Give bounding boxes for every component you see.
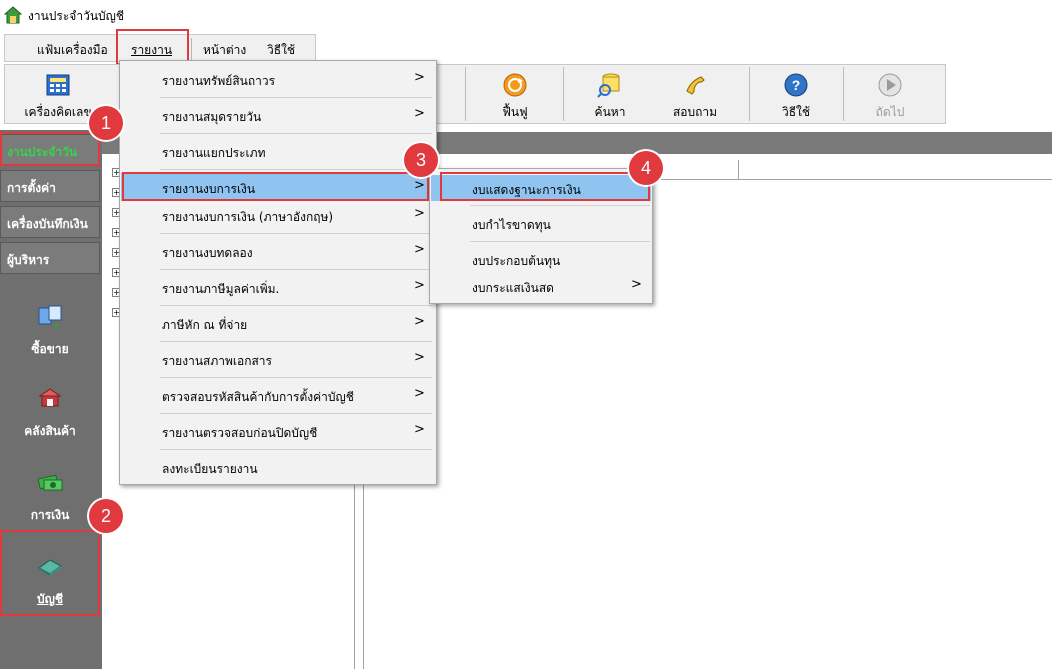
menu-item-label: รายงานทรัพย์สินถาวร bbox=[162, 74, 276, 88]
calculator-label: เครื่องคิดเลข bbox=[24, 105, 92, 119]
report-dropdown-menu: รายงานทรัพย์สินถาวร > รายงานสมุดรายวัน >… bbox=[119, 60, 437, 485]
toolbar-separator bbox=[843, 67, 844, 121]
menu-item-financial-statements-english[interactable]: รายงานงบการเงิน (ภาษาอังกฤษ) > bbox=[121, 198, 435, 232]
submenu-arrow-icon: > bbox=[414, 242, 425, 257]
menu-item-register-report[interactable]: ลงทะเบียนรายงาน bbox=[121, 450, 435, 484]
toolbar-separator bbox=[749, 67, 750, 121]
menu-item-label: รายงานภาษีมูลค่าเพิ่ม. bbox=[162, 282, 280, 296]
submenu-arrow-icon: > bbox=[414, 206, 425, 221]
toolbar-separator bbox=[563, 67, 564, 121]
submenu-arrow-icon: > bbox=[631, 277, 642, 292]
menu-item-cost-statement[interactable]: งบประกอบต้นทุน bbox=[431, 244, 651, 274]
menu-item-vat-report[interactable]: รายงานภาษีมูลค่าเพิ่ม. > bbox=[121, 270, 435, 304]
account-tool-highlight-box bbox=[0, 530, 100, 616]
balance-sheet-highlight-box bbox=[440, 172, 650, 201]
menu-item-withholding-tax[interactable]: ภาษีหัก ณ ที่จ่าย > bbox=[121, 306, 435, 340]
menu-item-label: รายงานตรวจสอบก่อนปิดบัญชี bbox=[162, 426, 318, 440]
next-label: ถัดไป bbox=[875, 105, 905, 119]
refresh-button[interactable]: ฟื้นฟู bbox=[475, 65, 555, 123]
next-button[interactable]: ถัดไป bbox=[855, 65, 925, 123]
app-house-icon bbox=[4, 6, 22, 24]
menu-item-label: ตรวจสอบรหัสสินค้ากับการตั้งค่าบัญชี bbox=[162, 390, 354, 404]
menu-item-fixed-assets-report[interactable]: รายงานทรัพย์สินถาวร > bbox=[121, 62, 435, 96]
sidebar-tab-cash-register[interactable]: เครื่องบันทึกเงิน bbox=[0, 206, 100, 238]
menu-item-ledger-report[interactable]: รายงานแยกประเภท bbox=[121, 134, 435, 168]
menu-separator bbox=[191, 38, 192, 60]
finance-label: การเงิน bbox=[30, 508, 70, 522]
sidebar-tool-warehouse[interactable]: คลังสินค้า bbox=[0, 384, 100, 464]
refresh-label: ฟื้นฟู bbox=[502, 105, 528, 119]
submenu-arrow-icon: > bbox=[414, 314, 425, 329]
menu-separator bbox=[160, 169, 432, 170]
menu-item-label: งบกระแสเงินสด bbox=[472, 281, 554, 295]
menu-tools[interactable]: เครื่องมือ bbox=[61, 41, 108, 60]
title-bar: งานประจำวันบัญชี bbox=[0, 0, 1052, 30]
svg-text:?: ? bbox=[792, 77, 801, 93]
menu-item-label: รายงานงบทดลอง bbox=[162, 246, 253, 260]
warehouse-icon bbox=[38, 388, 62, 407]
calculator-icon bbox=[46, 74, 70, 96]
menu-item-label: งบประกอบต้นทุน bbox=[472, 254, 561, 268]
step-marker-2: 2 bbox=[89, 499, 123, 533]
menu-window[interactable]: หน้าต่าง bbox=[203, 41, 246, 60]
step-marker-4: 4 bbox=[629, 151, 663, 185]
submenu-arrow-icon: > bbox=[414, 350, 425, 365]
search-database-icon bbox=[597, 73, 620, 98]
submenu-arrow-icon: > bbox=[414, 386, 425, 401]
menu-item-label: รายงานแยกประเภท bbox=[162, 146, 266, 160]
submenu-arrow-icon: > bbox=[414, 70, 425, 85]
menu-item-pre-closing-check[interactable]: รายงานตรวจสอบก่อนปิดบัญชี > bbox=[121, 414, 435, 448]
menu-help[interactable]: วิธีใช้ bbox=[267, 41, 295, 60]
inquiry-button[interactable]: สอบถาม bbox=[655, 65, 735, 123]
menu-item-label: รายงานงบการเงิน (ภาษาอังกฤษ) bbox=[162, 210, 334, 224]
search-button[interactable]: ค้นหา bbox=[575, 65, 645, 123]
submenu-arrow-icon: > bbox=[414, 278, 425, 293]
submenu-arrow-icon: > bbox=[414, 106, 425, 121]
content-panel-header bbox=[436, 132, 1052, 154]
step-marker-3: 3 bbox=[404, 143, 438, 177]
menu-item-label: ลงทะเบียนรายงาน bbox=[162, 462, 258, 476]
phone-icon bbox=[686, 76, 705, 95]
menu-file[interactable]: แฟ้ม bbox=[37, 41, 61, 60]
menu-item-income-statement[interactable]: งบกำไรขาดทุน bbox=[431, 208, 651, 238]
step-marker-1: 1 bbox=[89, 106, 123, 140]
help-label: วิธีใช้ bbox=[781, 105, 811, 119]
trade-icon bbox=[38, 305, 62, 328]
financial-statements-highlight-box bbox=[122, 172, 429, 201]
submenu-arrow-icon: > bbox=[414, 422, 425, 437]
help-icon: ? bbox=[784, 73, 808, 97]
money-icon bbox=[37, 474, 63, 491]
help-button[interactable]: ? วิธีใช้ bbox=[761, 65, 831, 123]
menu-item-document-status[interactable]: รายงานสภาพเอกสาร > bbox=[121, 342, 435, 376]
search-label: ค้นหา bbox=[594, 105, 626, 119]
menu-item-label: รายงานสภาพเอกสาร bbox=[162, 354, 272, 368]
inquiry-label: สอบถาม bbox=[672, 105, 718, 119]
toolbar-separator bbox=[465, 67, 466, 121]
window-title: งานประจำวันบัญชี bbox=[28, 9, 125, 23]
menu-separator bbox=[470, 241, 650, 242]
warehouse-label: คลังสินค้า bbox=[24, 424, 76, 438]
trade-label: ซื้อขาย bbox=[31, 342, 69, 356]
menu-item-label: งบกำไรขาดทุน bbox=[472, 218, 551, 232]
grid-column-divider bbox=[738, 160, 739, 180]
sidebar-tab-executive[interactable]: ผู้บริหาร bbox=[0, 242, 100, 274]
menu-separator bbox=[470, 205, 650, 206]
menu-item-trial-balance[interactable]: รายงานงบทดลอง > bbox=[121, 234, 435, 268]
next-play-icon bbox=[878, 73, 902, 97]
refresh-icon bbox=[503, 73, 527, 97]
menu-item-label: รายงานสมุดรายวัน bbox=[162, 110, 262, 124]
daily-tab-highlight-box bbox=[0, 132, 100, 166]
menu-item-label: ภาษีหัก ณ ที่จ่าย bbox=[162, 318, 248, 332]
menu-item-cash-flow[interactable]: งบกระแสเงินสด > bbox=[431, 271, 651, 301]
menu-item-journal-report[interactable]: รายงานสมุดรายวัน > bbox=[121, 98, 435, 132]
menu-item-check-product-account[interactable]: ตรวจสอบรหัสสินค้ากับการตั้งค่าบัญชี > bbox=[121, 378, 435, 412]
sidebar-tool-trade[interactable]: ซื้อขาย bbox=[0, 302, 100, 382]
calculator-button[interactable]: เครื่องคิดเลข bbox=[15, 65, 101, 123]
sidebar-tab-settings[interactable]: การตั้งค่า bbox=[0, 170, 100, 202]
